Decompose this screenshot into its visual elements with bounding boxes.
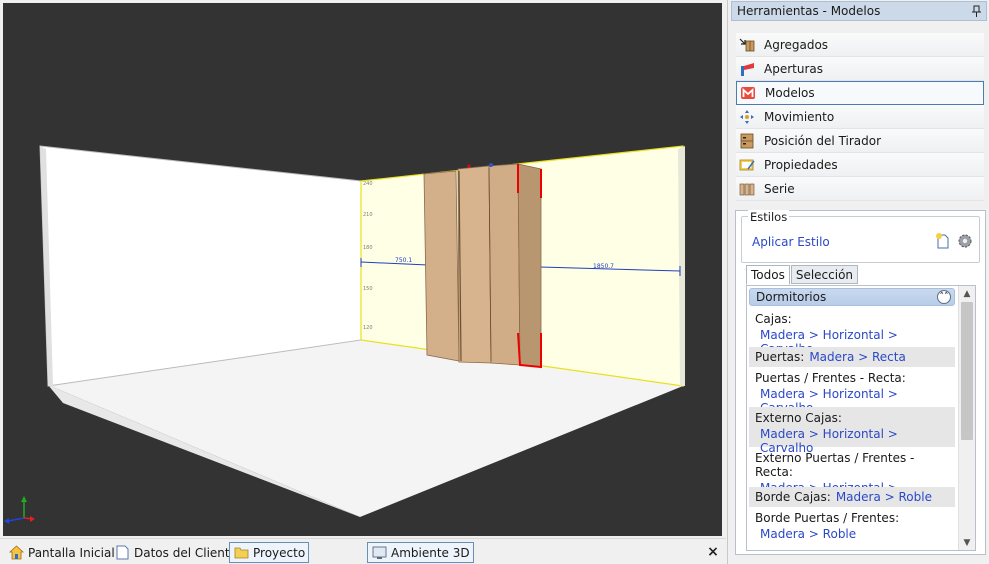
- tab-label: Datos del Cliente: [134, 545, 237, 560]
- properties-icon: [738, 156, 756, 174]
- scroll-up-icon[interactable]: ▲: [959, 286, 975, 301]
- property-cajas: Cajas: Madera > Horizontal > Carvalho: [749, 309, 955, 356]
- property-label: Borde Puertas / Frentes:: [755, 511, 900, 525]
- property-borde-cajas: Borde Cajas: Madera > Roble: [749, 487, 955, 507]
- tool-label: Agregados: [764, 37, 829, 52]
- property-label: Borde Cajas:: [755, 490, 831, 504]
- property-borde-puertas-frentes: Borde Puertas / Frentes: Madera > Roble: [749, 507, 955, 550]
- tab-pantalla-inicial[interactable]: Pantalla Inicial: [4, 542, 119, 563]
- bottom-tab-bar: Pantalla Inicial Datos del Cliente Proye…: [0, 538, 726, 564]
- property-externo-cajas: Externo Cajas: Madera > Horizontal > Car…: [749, 407, 955, 455]
- pin-icon[interactable]: [970, 4, 982, 18]
- series-icon: [738, 180, 756, 198]
- styles-group-label: Estilos: [748, 210, 790, 224]
- tool-agregados[interactable]: Agregados: [736, 33, 984, 57]
- add-items-icon: [738, 36, 756, 54]
- close-tab-button[interactable]: ×: [704, 542, 722, 562]
- wardrobe-model[interactable]: [423, 163, 542, 369]
- dimension-left: 750.1: [395, 257, 412, 264]
- viewport-canvas[interactable]: 240 210 180 150 120 750.1 1850.7: [3, 3, 722, 536]
- models-icon: [739, 84, 757, 102]
- property-value-link[interactable]: Madera > Roble: [755, 525, 955, 541]
- ruler-tick: 240: [363, 181, 373, 187]
- home-icon: [8, 544, 25, 561]
- property-value-link[interactable]: Madera > Recta: [809, 350, 906, 364]
- tool-aperturas[interactable]: Aperturas: [736, 57, 984, 81]
- property-puertas: Puertas: Madera > Recta: [749, 347, 955, 367]
- tool-propiedades[interactable]: Propiedades: [736, 153, 984, 177]
- viewport-3d[interactable]: 240 210 180 150 120 750.1 1850.7: [0, 0, 726, 538]
- tab-label: Ambiente 3D: [391, 545, 470, 560]
- tool-posicion-del-tirador[interactable]: Posición del Tirador: [736, 129, 984, 153]
- group-header-dormitorios[interactable]: Dormitorios ˄˄: [749, 288, 955, 306]
- tab-label: Pantalla Inicial: [28, 545, 115, 560]
- group-name: Dormitorios: [756, 290, 827, 304]
- handle-position-icon: [738, 132, 756, 150]
- property-externo-puertas-frentes: Externo Puertas / Frentes - Recta: Mader…: [749, 447, 955, 509]
- tool-list: Agregados Aperturas Modelos Movimiento P…: [736, 33, 984, 201]
- ruler-tick: 210: [363, 212, 373, 218]
- property-value-link[interactable]: Madera > Roble: [836, 490, 932, 504]
- apply-style-link[interactable]: Aplicar Estilo: [752, 235, 830, 249]
- scene-3d[interactable]: 240 210 180 150 120 750.1 1850.7: [3, 3, 722, 536]
- tab-ambiente-3d[interactable]: Ambiente 3D: [367, 542, 474, 563]
- 3d-view-icon: [371, 544, 388, 561]
- property-label: Puertas / Frentes - Recta:: [755, 371, 906, 385]
- ruler-tick: 150: [363, 286, 373, 292]
- gear-icon[interactable]: [956, 232, 974, 250]
- dimension-right: 1850.7: [593, 263, 614, 270]
- property-puertas-frentes-recta: Puertas / Frentes - Recta: Madera > Hori…: [749, 367, 955, 415]
- styles-list[interactable]: Dormitorios ˄˄ Cajas: Madera > Horizonta…: [746, 285, 976, 551]
- tool-label: Serie: [764, 181, 795, 196]
- tool-label: Aperturas: [764, 61, 823, 76]
- property-label: Cajas:: [755, 312, 792, 326]
- styles-box: Estilos Aplicar Estilo Todos Selección D…: [735, 210, 986, 555]
- vertical-scrollbar[interactable]: ▲ ▼: [958, 286, 975, 550]
- scroll-thumb[interactable]: [961, 302, 973, 440]
- tool-label: Movimiento: [764, 109, 835, 124]
- tool-label: Modelos: [765, 86, 815, 100]
- scroll-down-icon[interactable]: ▼: [959, 535, 975, 550]
- property-label: Externo Puertas / Frentes - Recta:: [755, 451, 915, 479]
- property-label: Puertas:: [755, 350, 805, 364]
- styles-group: Estilos Aplicar Estilo: [741, 210, 980, 263]
- panel-title: Herramientas - Modelos: [737, 4, 881, 18]
- ruler-tick: 180: [363, 245, 373, 251]
- tab-proyecto[interactable]: Proyecto: [229, 542, 310, 563]
- tool-label: Propiedades: [764, 157, 838, 172]
- tab-label: Proyecto: [253, 545, 306, 560]
- tool-label: Posición del Tirador: [764, 133, 882, 148]
- new-style-icon[interactable]: [934, 232, 952, 250]
- move-icon: [738, 108, 756, 126]
- tool-modelos[interactable]: Modelos: [736, 81, 984, 105]
- document-icon: [114, 544, 131, 561]
- collapse-chevron-icon[interactable]: ˄˄: [937, 290, 951, 304]
- tool-movimiento[interactable]: Movimiento: [736, 105, 984, 129]
- tool-serie[interactable]: Serie: [736, 177, 984, 201]
- axis-gizmo: [4, 496, 35, 524]
- folder-icon: [233, 544, 250, 561]
- tab-datos-del-cliente[interactable]: Datos del Cliente: [110, 542, 241, 563]
- openings-icon: [738, 60, 756, 78]
- tab-seleccion[interactable]: Selección: [790, 265, 859, 284]
- property-label: Externo Cajas:: [755, 411, 842, 425]
- styles-tabs: Todos Selección: [746, 265, 859, 285]
- ruler-tick: 120: [363, 325, 373, 331]
- tab-todos[interactable]: Todos: [746, 265, 790, 285]
- tools-panel: Herramientas - Modelos Agregados Apertur…: [727, 0, 989, 564]
- panel-header: Herramientas - Modelos: [731, 1, 987, 21]
